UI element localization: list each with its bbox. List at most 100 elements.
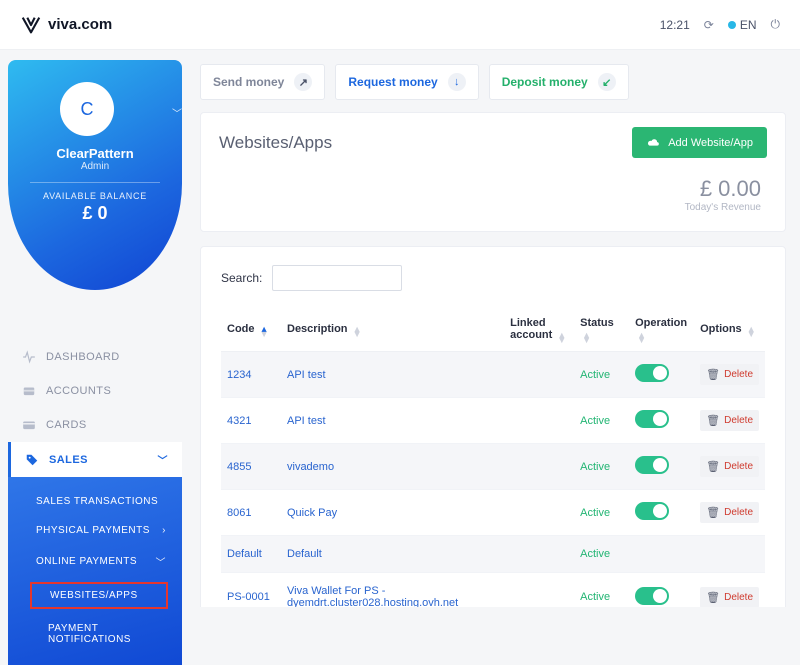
col-label: Options — [700, 323, 742, 335]
arrow-up-right-icon: ↗ — [294, 73, 312, 91]
send-money-button[interactable]: Send money ↗ — [200, 64, 325, 100]
websites-table: Code ▲▼ Description ▲▼ Linked account ▲▼ — [221, 309, 765, 607]
col-operation[interactable]: Operation ▲▼ — [629, 309, 694, 352]
cell-options: 🗑Delete — [694, 352, 765, 398]
delete-button[interactable]: 🗑Delete — [700, 456, 759, 477]
subnav-payment-notifications[interactable]: PAYMENT NOTIFICATIONS — [8, 615, 182, 653]
cell-options: 🗑 Delete — [694, 573, 765, 608]
nav-sales[interactable]: SALES ﹀ — [8, 442, 182, 477]
nav-label: CARDS — [46, 419, 87, 431]
cell-code[interactable]: 1234 — [221, 352, 281, 398]
trash-icon: 🗑 — [706, 591, 720, 604]
cell-code[interactable]: 4855 — [221, 444, 281, 490]
sidebar-nav: DASHBOARD ACCOUNTS CARDS SALES ﹀ — [8, 340, 182, 665]
subnav-label: ONLINE PAYMENTS — [36, 556, 137, 567]
trash-icon: 🗑 — [706, 414, 720, 427]
delete-button[interactable]: 🗑 Delete — [700, 587, 759, 608]
cell-description: API test — [281, 398, 504, 444]
brand-text: viva.com — [48, 16, 112, 33]
nav-accounts[interactable]: ACCOUNTS — [8, 374, 182, 408]
balance-value: £ 0 — [8, 203, 182, 224]
avatar[interactable]: C — [60, 82, 114, 136]
table-panel: Search: Code ▲▼ Description ▲▼ — [200, 246, 786, 607]
revenue-label: Today's Revenue — [201, 202, 761, 213]
add-website-app-button[interactable]: Add Website/App — [632, 127, 767, 158]
operation-toggle[interactable] — [635, 410, 669, 428]
subnav-sales-transactions[interactable]: SALES TRANSACTIONS — [8, 487, 182, 516]
cell-operation — [629, 573, 694, 608]
cell-status: Active — [574, 536, 629, 573]
request-money-button[interactable]: Request money ↓ — [335, 64, 478, 100]
sort-desc-icon: ▼ — [353, 332, 362, 337]
cell-linked-account — [504, 398, 574, 444]
wallet-icon — [22, 384, 36, 398]
sales-subnav: SALES TRANSACTIONS PHYSICAL PAYMENTS › O… — [8, 477, 182, 665]
sidebar: C ﹀ ClearPattern Admin AVAILABLE BALANCE… — [0, 50, 190, 607]
cell-options — [694, 536, 765, 573]
description-link[interactable]: API test — [287, 415, 326, 427]
cell-linked-account — [504, 490, 574, 536]
operation-toggle[interactable] — [635, 364, 669, 382]
pill-label: Send money — [213, 75, 284, 89]
chevron-down-icon: ﹀ — [158, 452, 168, 467]
delete-label: Delete — [724, 461, 753, 472]
avatar-initial: C — [81, 99, 94, 120]
deposit-money-button[interactable]: Deposit money ↙ — [489, 64, 629, 100]
col-options[interactable]: Options ▲▼ — [694, 309, 765, 352]
pill-label: Request money — [348, 75, 437, 89]
subnav-label: SALES TRANSACTIONS — [36, 496, 158, 507]
cell-code[interactable]: PS-0001 — [221, 573, 281, 608]
col-status[interactable]: Status ▲▼ — [574, 309, 629, 352]
subnav-online-payments[interactable]: ONLINE PAYMENTS ﹀ — [8, 545, 182, 578]
subnav-websites-apps[interactable]: WEBSITES/APPS — [30, 582, 168, 609]
power-icon[interactable]: ⏻ — [771, 17, 781, 32]
col-code[interactable]: Code ▲▼ — [221, 309, 281, 352]
operation-toggle[interactable] — [635, 587, 669, 605]
table-row: PS-0001 Viva Wallet For PS - dyemdrt.clus… — [221, 573, 765, 608]
sort-desc-icon: ▼ — [747, 332, 756, 337]
cell-code[interactable]: 4321 — [221, 398, 281, 444]
cell-operation — [629, 444, 694, 490]
delete-label: Delete — [724, 369, 753, 380]
description-link[interactable]: API test — [287, 369, 326, 381]
description-link[interactable]: vivademo — [287, 461, 334, 473]
col-label: Linked account — [510, 317, 552, 341]
delete-label: Delete — [724, 592, 753, 603]
cell-options: 🗑Delete — [694, 398, 765, 444]
nav-cards[interactable]: CARDS — [8, 408, 182, 442]
cell-operation — [629, 398, 694, 444]
delete-button[interactable]: 🗑Delete — [700, 502, 759, 523]
cell-description: API test — [281, 352, 504, 398]
description-link[interactable]: Viva Wallet For PS - dyemdrt.cluster028.… — [287, 585, 458, 607]
profile-block: C ﹀ ClearPattern Admin AVAILABLE BALANCE… — [8, 64, 182, 294]
delete-button[interactable]: 🗑Delete — [700, 364, 759, 385]
cell-code[interactable]: Default — [221, 536, 281, 573]
col-linked-account[interactable]: Linked account ▲▼ — [504, 309, 574, 352]
company-name: ClearPattern — [8, 146, 182, 161]
nav-dashboard[interactable]: DASHBOARD — [8, 340, 182, 374]
quick-actions: Send money ↗ Request money ↓ Deposit mon… — [200, 64, 786, 100]
brand-logo[interactable]: viva.com — [20, 14, 112, 36]
description-link[interactable]: Quick Pay — [287, 507, 337, 519]
cloud-plus-icon — [646, 135, 660, 150]
refresh-icon[interactable]: ⟳ — [704, 18, 714, 32]
col-label: Status — [580, 317, 614, 329]
chevron-right-icon: › — [162, 525, 166, 536]
description-link[interactable]: Default — [287, 548, 322, 560]
operation-toggle[interactable] — [635, 502, 669, 520]
subnav-physical-payments[interactable]: PHYSICAL PAYMENTS › — [8, 516, 182, 545]
cell-linked-account — [504, 536, 574, 573]
table-row: 4855 vivademo Active 🗑Delete — [221, 444, 765, 490]
cell-operation — [629, 352, 694, 398]
cell-status: Active — [574, 444, 629, 490]
delete-button[interactable]: 🗑Delete — [700, 410, 759, 431]
cell-code[interactable]: 8061 — [221, 490, 281, 536]
table-row: 8061Quick PayActive🗑Delete — [221, 490, 765, 536]
search-input[interactable] — [272, 265, 402, 291]
col-description[interactable]: Description ▲▼ — [281, 309, 504, 352]
language-selector[interactable]: EN — [728, 18, 757, 32]
operation-toggle[interactable] — [635, 456, 669, 474]
sort-desc-icon: ▼ — [582, 338, 591, 343]
chevron-down-icon[interactable]: ﹀ — [172, 105, 182, 120]
page-header-panel: Websites/Apps Add Website/App £ 0.00 Tod… — [200, 112, 786, 232]
